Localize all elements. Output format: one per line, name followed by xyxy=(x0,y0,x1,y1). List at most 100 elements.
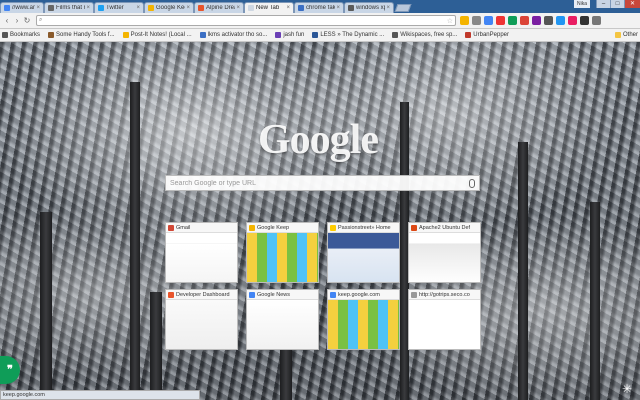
forward-icon[interactable]: › xyxy=(12,16,22,26)
tab[interactable]: Films that magn× xyxy=(44,2,94,13)
extension-icon[interactable] xyxy=(508,16,517,25)
tile-header: Google Keep xyxy=(247,223,318,233)
microphone-icon[interactable] xyxy=(469,178,475,188)
bookmark-item[interactable]: UrbanPepper xyxy=(465,32,509,38)
tab-close-icon[interactable]: × xyxy=(136,5,140,11)
tab-close-icon[interactable]: × xyxy=(286,5,290,11)
bookmark-icon xyxy=(122,32,129,38)
extensions xyxy=(460,16,604,25)
close-icon[interactable]: ✕ xyxy=(624,0,640,8)
tree-trunk xyxy=(590,202,600,400)
tile-favicon-icon xyxy=(168,224,174,231)
extension-icon[interactable] xyxy=(568,16,577,25)
bookmark-item[interactable]: lkms activator tho so... xyxy=(199,32,267,38)
bookmark-item[interactable]: jash fun xyxy=(275,32,304,38)
bookmark-item[interactable]: Wikispaces, free sp... xyxy=(392,32,457,38)
tree-trunk xyxy=(280,342,292,400)
extension-icon[interactable] xyxy=(580,16,589,25)
star-icon[interactable]: ☆ xyxy=(447,17,453,25)
tab-label: Alpine Dreams - xyxy=(206,5,235,11)
maximize-icon[interactable]: □ xyxy=(610,0,624,8)
profile-name[interactable]: Nika xyxy=(573,0,590,8)
bookmark-item[interactable]: Bookmarks xyxy=(2,32,40,38)
bookmark-label: Bookmarks xyxy=(10,32,41,38)
tab-favicon-icon xyxy=(148,5,154,11)
most-visited-tile[interactable]: Google News xyxy=(246,289,319,350)
tab-favicon-icon xyxy=(298,5,304,11)
tab-close-icon[interactable]: × xyxy=(86,5,90,11)
most-visited-tile[interactable]: Google Keep xyxy=(246,222,319,283)
extension-icon[interactable] xyxy=(532,16,541,25)
tab[interactable]: Twitter × xyxy=(94,2,144,13)
tile-header: Google News xyxy=(247,290,318,300)
tile-title: http://gotrips.seco.co xyxy=(419,291,470,298)
tile-title: Developer Dashboard xyxy=(176,291,230,298)
minimize-icon[interactable]: – xyxy=(596,0,610,8)
tile-header: http://gotrips.seco.co xyxy=(409,290,480,300)
most-visited-tile[interactable]: Passionstreet» Home xyxy=(327,222,400,283)
folder-icon xyxy=(614,32,621,38)
tab-close-icon[interactable]: × xyxy=(36,5,40,11)
reload-icon[interactable]: ↻ xyxy=(22,16,32,26)
tile-title: Apache2 Ubuntu Def xyxy=(419,224,471,231)
bookmark-item[interactable]: Post-It Notes! (Local ... xyxy=(122,32,192,38)
omnibox[interactable]: ⌕ ☆ xyxy=(36,15,456,26)
bookmark-icon xyxy=(392,32,399,38)
tab-label: //www.andr xyxy=(12,5,35,11)
tree-trunk xyxy=(40,212,52,400)
bookmark-item[interactable]: LESS » The Dynamic ... xyxy=(312,32,384,38)
extension-icon[interactable] xyxy=(472,16,481,25)
extension-icon[interactable] xyxy=(520,16,529,25)
tab-close-icon[interactable]: × xyxy=(186,5,190,11)
extension-icon[interactable] xyxy=(544,16,553,25)
new-tab-button[interactable] xyxy=(394,4,412,12)
search-box[interactable] xyxy=(165,175,480,191)
tab-favicon-icon xyxy=(4,5,10,11)
bookmark-icon xyxy=(275,32,282,38)
extension-icon[interactable] xyxy=(460,16,469,25)
most-visited-tile[interactable]: keep.google.com xyxy=(327,289,400,350)
most-visited-tile[interactable]: Gmail xyxy=(165,222,238,283)
tile-title: Google Keep xyxy=(257,224,290,231)
tab-strip: //www.andr×Films that magn×Twitter×Googl… xyxy=(0,0,640,13)
tab-close-icon[interactable]: × xyxy=(236,5,240,11)
most-visited-tile[interactable]: http://gotrips.seco.co xyxy=(408,289,481,350)
tab-close-icon[interactable]: × xyxy=(386,5,390,11)
tab-label: Twitter xyxy=(106,5,124,11)
back-icon[interactable]: ‹ xyxy=(2,16,12,26)
tab-label: chrome fake rec xyxy=(306,5,336,11)
tile-favicon-icon xyxy=(411,291,417,298)
most-visited-tile[interactable]: Developer Dashboard xyxy=(165,289,238,350)
bookmark-icon xyxy=(312,32,319,38)
tab[interactable]: New Tab × xyxy=(244,2,294,13)
omnibox-input[interactable] xyxy=(42,16,447,25)
extension-icon[interactable] xyxy=(484,16,493,25)
bookmark-item[interactable]: Some Handy Tools f... xyxy=(48,32,115,38)
search-input[interactable] xyxy=(170,179,469,187)
tab-label: windows xp - Su xyxy=(356,5,385,11)
tile-thumbnail xyxy=(166,233,237,282)
tab-favicon-icon xyxy=(48,5,54,11)
bookmark-label: UrbanPepper xyxy=(473,32,509,38)
tab[interactable]: //www.andr× xyxy=(0,2,44,13)
tab-favicon-icon xyxy=(248,5,254,11)
tab[interactable]: windows xp - Su× xyxy=(344,2,394,13)
tabs: //www.andr×Films that magn×Twitter×Googl… xyxy=(0,0,394,13)
tab[interactable]: Google Keep× xyxy=(144,2,194,13)
most-visited-tile[interactable]: Apache2 Ubuntu Def xyxy=(408,222,481,283)
menu-icon[interactable] xyxy=(592,16,601,25)
tile-thumbnail xyxy=(409,233,480,282)
tab-close-icon[interactable]: × xyxy=(336,5,340,11)
extension-icon[interactable] xyxy=(496,16,505,25)
tab-favicon-icon xyxy=(98,5,104,11)
tab[interactable]: chrome fake rec× xyxy=(294,2,344,13)
tile-header: keep.google.com xyxy=(328,290,399,300)
settings-icon[interactable]: ✳ xyxy=(620,382,634,396)
other-bookmarks[interactable]: Other xyxy=(614,32,638,38)
tile-favicon-icon xyxy=(249,291,255,298)
tile-title: Google News xyxy=(257,291,291,298)
tab-label: Google Keep xyxy=(156,5,185,11)
extension-icon[interactable] xyxy=(556,16,565,25)
tile-header: Passionstreet» Home xyxy=(328,223,399,233)
tab[interactable]: Alpine Dreams -× xyxy=(194,2,244,13)
